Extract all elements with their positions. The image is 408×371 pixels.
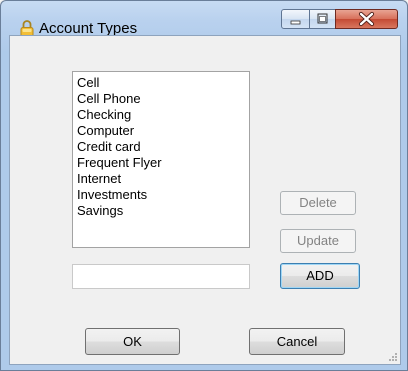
list-item[interactable]: Investments	[77, 187, 249, 203]
maximize-button[interactable]	[309, 9, 336, 29]
list-item[interactable]: Cell Phone	[77, 91, 249, 107]
account-type-input[interactable]	[72, 264, 250, 289]
list-item[interactable]: Frequent Flyer	[77, 155, 249, 171]
update-button[interactable]: Update	[280, 229, 356, 253]
account-types-list[interactable]: Cell Cell Phone Checking Computer Credit…	[72, 71, 250, 248]
add-button[interactable]: ADD	[280, 263, 360, 289]
cancel-button[interactable]: Cancel	[249, 328, 345, 355]
close-icon	[358, 11, 375, 27]
minimize-icon	[290, 20, 301, 25]
list-item[interactable]: Credit card	[77, 139, 249, 155]
close-button[interactable]	[335, 9, 398, 29]
list-item[interactable]: Computer	[77, 123, 249, 139]
delete-button[interactable]: Delete	[280, 191, 356, 215]
resize-grip-icon[interactable]	[388, 352, 398, 362]
window-controls	[281, 9, 398, 31]
ok-button[interactable]: OK	[85, 328, 180, 355]
list-item[interactable]: Checking	[77, 107, 249, 123]
list-item[interactable]: Cell	[77, 75, 249, 91]
list-item[interactable]: Internet	[77, 171, 249, 187]
dialog-body: Cell Cell Phone Checking Computer Credit…	[9, 35, 401, 365]
dialog-window: Account Types Cell Cell Phone Checking C…	[0, 0, 408, 371]
list-item[interactable]: Savings	[77, 203, 249, 219]
minimize-button[interactable]	[281, 9, 310, 29]
maximize-icon	[317, 13, 328, 24]
